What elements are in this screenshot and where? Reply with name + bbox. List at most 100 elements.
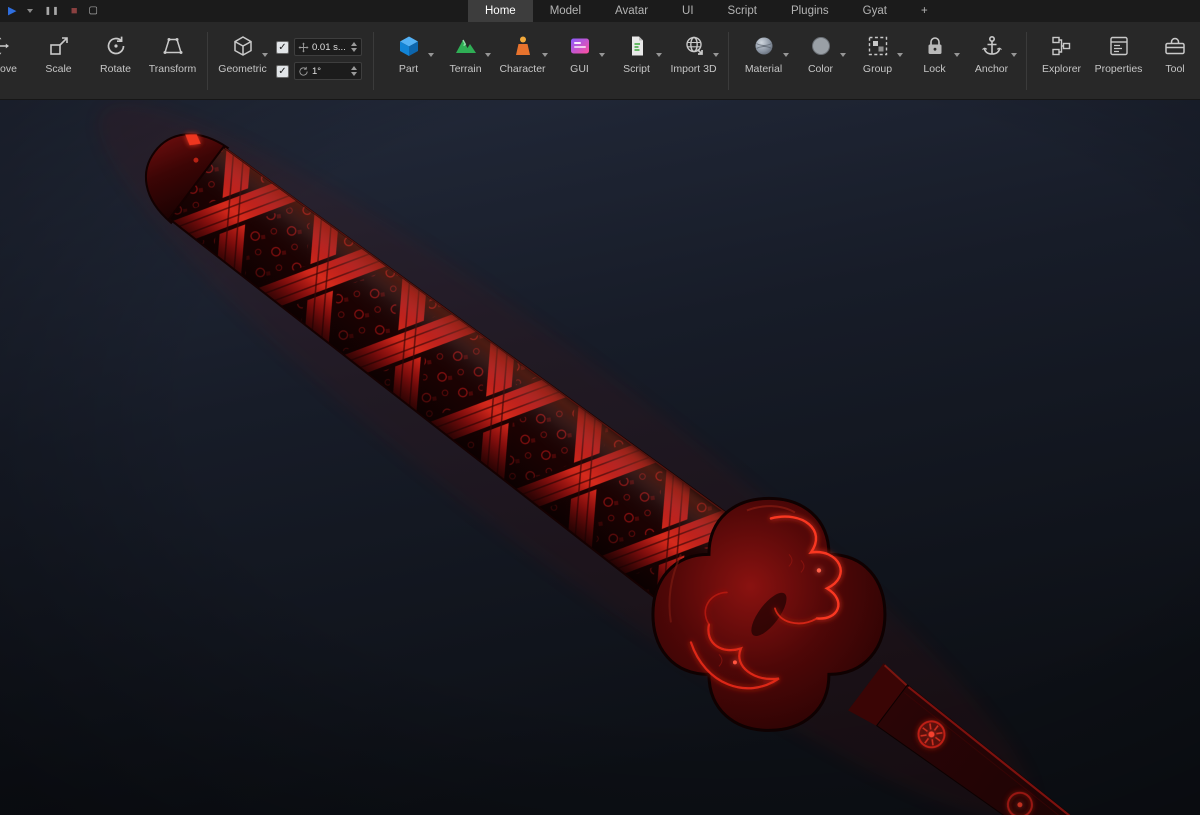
ribbon-divider [373,32,374,90]
ribbon-label-terrain: Terrain [449,63,482,75]
ribbon-label-gui: GUI [570,63,589,75]
ribbon-label-color: Color [807,63,834,75]
rotate-snap-field[interactable]: 1° [294,62,362,80]
move-snap-value: 0.01 s... [312,41,346,53]
transform-icon [160,33,186,59]
ribbon-button-lock[interactable]: Lock [906,26,963,96]
rotate-snap-row: ✓ 1° [276,62,362,80]
character-icon [510,33,536,59]
tab-avatar[interactable]: Avatar [598,0,665,22]
pause-icon[interactable]: ❚❚ [44,7,59,15]
ribbon-label-part: Part [398,63,419,75]
ribbon-divider [728,32,729,90]
ribbon-toolbar: ove Scale Rotate Transform Geometric ✓ 0… [0,22,1200,100]
import-3d-icon [681,33,707,59]
toolbox-icon [1162,33,1188,59]
tab-plugins[interactable]: Plugins [774,0,846,22]
ribbon-button-explorer[interactable]: Explorer [1033,26,1090,96]
ribbon-button-properties[interactable]: Properties [1090,26,1147,96]
ribbon-button-transform[interactable]: Transform [144,26,201,96]
ribbon-button-material[interactable]: Material [735,26,792,96]
color-icon [808,33,834,59]
ribbon-button-move[interactable]: ove [0,26,30,96]
scale-icon [46,33,72,59]
step-up-icon[interactable] [351,42,357,46]
viewport-canvas[interactable] [0,100,1200,815]
color-dropdown-caret-icon[interactable] [840,53,846,57]
step-down-icon[interactable] [351,48,357,52]
ribbon-label-script: Script [623,63,650,75]
ribbon-button-character[interactable]: Character [494,26,551,96]
ribbon-label-toolbox: Tool [1165,63,1185,75]
character-dropdown-caret-icon[interactable] [542,53,548,57]
tab-home[interactable]: Home [468,0,533,22]
record-icon[interactable]: ■ [71,5,78,17]
ribbon-button-part[interactable]: Part [380,26,437,96]
ribbon-button-terrain[interactable]: Terrain [437,26,494,96]
ribbon-button-group[interactable]: Group [849,26,906,96]
ribbon-button-anchor[interactable]: Anchor [963,26,1020,96]
import3d-dropdown-caret-icon[interactable] [713,53,719,57]
snap-settings: ✓ 0.01 s... ✓ 1° [271,38,367,80]
ribbon-button-script[interactable]: Script [608,26,665,96]
move-snap-stepper [350,41,358,53]
move-snap-row: ✓ 0.01 s... [276,38,362,56]
lock-dropdown-caret-icon[interactable] [954,53,960,57]
part-icon [396,33,422,59]
ribbon-label-transform: Transform [148,63,197,75]
group-icon [865,33,891,59]
group-dropdown-caret-icon[interactable] [897,53,903,57]
ribbon-label-scale: Scale [45,63,72,75]
step-down-icon[interactable] [351,72,357,76]
tab-script[interactable]: Script [711,0,774,22]
terrain-dropdown-caret-icon[interactable] [485,53,491,57]
ribbon-label-move: ove [0,63,17,75]
rotate-icon [103,33,129,59]
anchor-dropdown-caret-icon[interactable] [1011,53,1017,57]
script-icon [624,33,650,59]
ribbon-label-lock: Lock [923,63,946,75]
ribbon-label-anchor: Anchor [974,63,1009,75]
geometric-dropdown-caret-icon[interactable] [262,53,268,57]
terrain-icon [453,33,479,59]
ribbon-button-import3d[interactable]: Import 3D [665,26,722,96]
ribbon-label-explorer: Explorer [1041,63,1082,75]
part-dropdown-caret-icon[interactable] [428,53,434,57]
rotate-snap-checkbox[interactable]: ✓ [276,64,289,78]
gui-dropdown-caret-icon[interactable] [599,53,605,57]
play-dropdown-caret-icon[interactable] [27,9,34,13]
ribbon-label-group: Group [862,63,893,75]
move-snap-field[interactable]: 0.01 s... [294,38,362,56]
material-icon [751,33,777,59]
ribbon-label-rotate: Rotate [100,63,131,75]
step-up-icon[interactable] [351,66,357,70]
stop-icon[interactable]: ▢ [89,6,98,16]
tab-model[interactable]: Model [533,0,598,22]
ribbon-label-geometric: Geometric [218,63,267,75]
ribbon-divider [1026,32,1027,90]
ribbon-button-scale[interactable]: Scale [30,26,87,96]
ribbon-label-character: Character [499,63,546,75]
ribbon-divider [207,32,208,90]
ribbon-button-toolbox[interactable]: Tool [1147,26,1200,96]
tab-gyat[interactable]: Gyat [846,0,904,22]
rotate-snap-stepper [350,65,358,77]
script-dropdown-caret-icon[interactable] [656,53,662,57]
tab-ui[interactable]: UI [665,0,711,22]
playback-controls: ▶ ❚❚ ■ ▢ [0,5,98,17]
ribbon-button-geometric[interactable]: Geometric [214,26,271,96]
tab-add[interactable]: + [904,0,945,22]
ribbon-button-rotate[interactable]: Rotate [87,26,144,96]
material-dropdown-caret-icon[interactable] [783,53,789,57]
ribbon-label-import3d: Import 3D [670,63,717,75]
move-icon [0,33,12,59]
play-icon[interactable]: ▶ [8,5,16,17]
ribbon-button-gui[interactable]: GUI [551,26,608,96]
explorer-icon [1049,33,1075,59]
move-snap-checkbox[interactable]: ✓ [276,40,289,54]
ribbon-label-material: Material [744,63,783,75]
viewport-3d[interactable] [0,100,1200,815]
rotate-snap-value: 1° [312,65,322,77]
ribbon-button-color[interactable]: Color [792,26,849,96]
lock-icon [922,33,948,59]
